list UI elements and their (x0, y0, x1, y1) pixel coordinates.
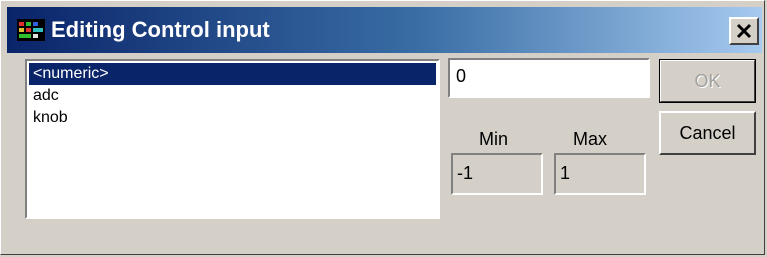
max-field: 1 (554, 153, 646, 195)
window-title: Editing Control input (51, 17, 270, 42)
close-icon (736, 23, 752, 39)
min-field: -1 (451, 153, 543, 195)
input-source-list[interactable]: <numeric> adc knob (25, 59, 440, 219)
close-button[interactable] (729, 17, 759, 45)
value-input[interactable]: 0 (448, 58, 650, 98)
app-icon (17, 19, 45, 41)
max-label: Max (573, 129, 608, 149)
title-bar[interactable]: Editing Control input (7, 7, 762, 53)
list-item-adc[interactable]: adc (29, 85, 436, 107)
ok-button[interactable]: OK (659, 59, 756, 103)
min-label: Min (479, 129, 509, 149)
list-item-numeric[interactable]: <numeric> (29, 63, 436, 85)
dialog-window: Editing Control input <numeric> adc knob… (0, 0, 765, 255)
cancel-button[interactable]: Cancel (659, 111, 756, 155)
list-item-knob[interactable]: knob (29, 107, 436, 129)
